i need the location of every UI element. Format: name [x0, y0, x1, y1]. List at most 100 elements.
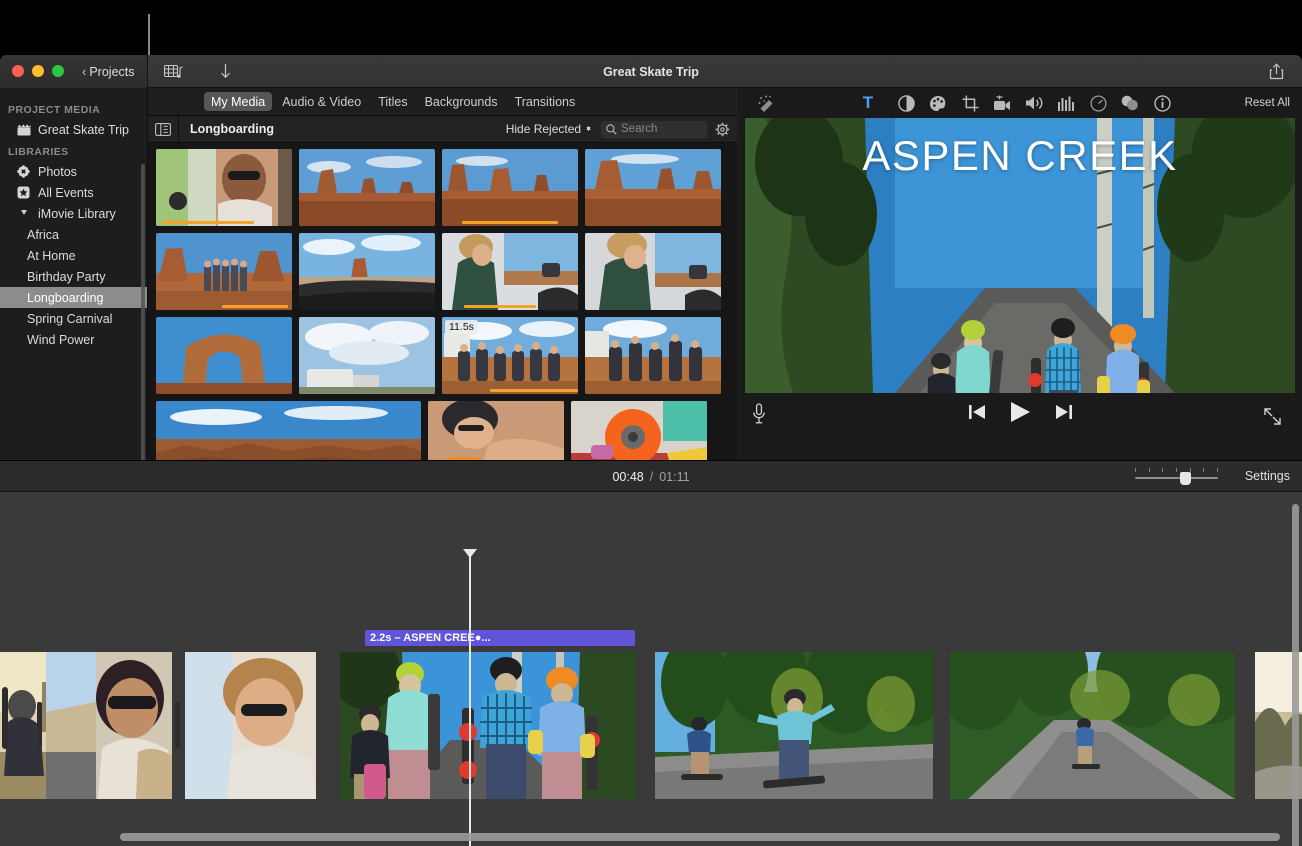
chevron-left-icon: ‹ [82, 65, 86, 78]
filter-dropdown[interactable]: Hide Rejected ▲▼ [506, 122, 592, 136]
toolbar-divider [178, 115, 179, 143]
reset-all-button[interactable]: Reset All [1245, 97, 1290, 109]
timeline-title-clip[interactable]: 2.2s – ASPEN CREE●... [365, 630, 635, 646]
auto-enhance-icon[interactable] [738, 88, 794, 118]
gear-icon[interactable] [707, 122, 737, 137]
crop-icon[interactable] [954, 88, 986, 118]
color-balance-icon[interactable] [890, 88, 922, 118]
media-clip-group-photo-desert[interactable] [156, 233, 292, 310]
title-bar-tools [160, 55, 238, 88]
import-media-icon[interactable] [160, 61, 186, 83]
zoom-knob[interactable] [1180, 472, 1191, 485]
sidebar-item-all-events[interactable]: All Events [0, 182, 147, 203]
color-correction-icon[interactable] [922, 88, 954, 118]
viewer-title-overlay: ASPEN CREEK [745, 132, 1295, 180]
playhead-handle[interactable] [463, 549, 477, 558]
window-controls[interactable] [12, 65, 64, 77]
sidebar-item-birthday-party[interactable]: Birthday Party [0, 266, 147, 287]
sidebar-header-libraries: LIBRARIES [0, 140, 147, 161]
sidebar-item-africa[interactable]: Africa [0, 224, 147, 245]
skip-next-icon[interactable] [1055, 404, 1072, 425]
clip-handle[interactable] [37, 702, 42, 748]
media-clip-group-sitting-rocks[interactable]: 11.5s [442, 317, 578, 394]
timeline-clip-road-downhill[interactable] [950, 652, 1235, 799]
timeline[interactable]: 2.2s – ASPEN CREE●... [0, 492, 1302, 846]
timeline-clip-walking-boards[interactable] [340, 652, 636, 799]
tab-my-media[interactable]: My Media [204, 92, 272, 111]
sidebar-item-spring-carnival[interactable]: Spring Carnival [0, 308, 147, 329]
media-clip-rv-clouds[interactable] [299, 317, 435, 394]
media-clip-monument-valley-buttes[interactable] [442, 149, 578, 226]
used-indicator [462, 221, 558, 224]
clip-filter-icon[interactable] [1114, 88, 1146, 118]
timecode-display: 00:48 / 01:11 [0, 461, 1302, 492]
tab-transitions[interactable]: Transitions [508, 92, 583, 111]
media-clip-skater-helmet-closeup[interactable] [428, 401, 564, 460]
media-browser: My Media Audio & Video Titles Background… [148, 88, 737, 460]
media-clip-canyon-panorama[interactable] [156, 401, 421, 460]
sidebar-item-at-home[interactable]: At Home [0, 245, 147, 266]
tab-backgrounds[interactable]: Backgrounds [418, 92, 505, 111]
media-grid[interactable]: 11.5s [148, 143, 737, 460]
timeline-clip-longboarder-carving[interactable] [655, 652, 933, 799]
noise-reduction-icon[interactable] [1050, 88, 1082, 118]
titles-icon[interactable]: T [846, 88, 890, 118]
play-icon[interactable] [1010, 401, 1031, 428]
timeline-clip-row [0, 652, 1302, 799]
information-icon[interactable] [1146, 88, 1178, 118]
volume-icon[interactable] [1018, 88, 1050, 118]
back-to-projects-button[interactable]: ‹ Projects [76, 61, 144, 82]
timeline-toolbar: 00:48 / 01:11 Settings [0, 460, 1302, 492]
share-icon[interactable] [1264, 60, 1288, 83]
tab-audio-video[interactable]: Audio & Video [275, 92, 368, 111]
media-clip-roadtrip-selfie[interactable] [156, 149, 292, 226]
expand-icon[interactable] [1263, 407, 1282, 431]
media-clip-group-cheering[interactable] [585, 317, 721, 394]
clip-handle[interactable] [175, 702, 180, 748]
minimize-button[interactable] [32, 65, 44, 77]
media-clip-driver-window-2[interactable] [585, 233, 721, 310]
media-clip-driver-window[interactable] [442, 233, 578, 310]
title-bar-left-section: ‹ Projects [0, 55, 148, 88]
used-indicator [162, 221, 254, 224]
zoom-button[interactable] [52, 65, 64, 77]
timeline-zoom-slider[interactable] [1135, 468, 1218, 486]
timecode-separator: / [650, 470, 653, 484]
timeline-clip-guy-curly-hair[interactable] [185, 652, 316, 799]
timeline-horizontal-scrollbar[interactable] [120, 833, 1280, 841]
media-clip-monument-valley-wide[interactable] [299, 149, 435, 226]
total-time: 01:11 [659, 470, 689, 484]
transport-controls [738, 401, 1302, 428]
sidebar-scrollbar[interactable] [141, 164, 145, 460]
timeline-vertical-scrollbar[interactable] [1292, 504, 1299, 846]
skip-previous-icon[interactable] [969, 404, 986, 425]
disclosure-triangle-icon[interactable] [16, 207, 31, 221]
close-button[interactable] [12, 65, 24, 77]
zoom-track [1135, 477, 1218, 479]
sidebar-item-longboarding[interactable]: Longboarding [0, 287, 147, 308]
media-clip-dashboard-road[interactable] [299, 233, 435, 310]
sidebar-item-photos[interactable]: Photos [0, 161, 147, 182]
timeline-clip-girl-sunglasses[interactable] [46, 652, 172, 799]
video-preview[interactable]: ASPEN CREEK [745, 118, 1295, 393]
timeline-settings-button[interactable]: Settings [1245, 469, 1290, 483]
stabilization-icon[interactable] [986, 88, 1018, 118]
speed-icon[interactable] [1082, 88, 1114, 118]
media-clip-wheel-spinning[interactable] [571, 401, 707, 460]
playhead[interactable] [469, 550, 471, 846]
sidebar-item-label: Photos [38, 165, 77, 179]
sidebar-section-libraries: LIBRARIES [0, 140, 147, 350]
sidebar-item-wind-power[interactable]: Wind Power [0, 329, 147, 350]
sidebar-toggle-icon[interactable] [148, 123, 178, 136]
used-indicator [222, 305, 288, 308]
tab-titles[interactable]: Titles [371, 92, 414, 111]
sidebar: PROJECT MEDIA Great Skate Trip LIBRARIES [0, 88, 148, 460]
sidebar-item-imovie-library[interactable]: iMovie Library [0, 203, 147, 224]
timeline-clip-edge-handle[interactable] [2, 687, 8, 749]
media-clip-canyon-arch[interactable] [156, 317, 292, 394]
sidebar-item-great-skate-trip[interactable]: Great Skate Trip [0, 119, 147, 140]
media-row [156, 401, 737, 460]
media-clip-monument-valley-mittens[interactable] [585, 149, 721, 226]
download-icon[interactable] [212, 61, 238, 83]
search-input[interactable]: Search [601, 121, 707, 138]
